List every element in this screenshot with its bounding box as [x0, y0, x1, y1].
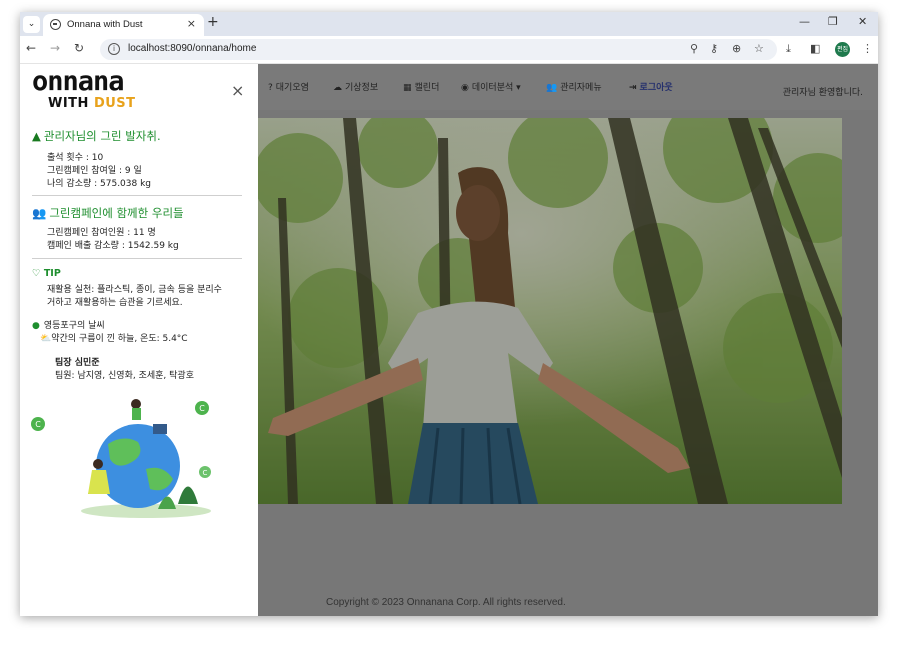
users-icon: 👥: [546, 83, 558, 93]
tab-search-button[interactable]: ⌄: [23, 16, 40, 33]
reload-button[interactable]: ↻: [74, 41, 84, 55]
info-icon[interactable]: i: [108, 43, 120, 55]
page-content: ? 대기오염 ☁ 기상정보 ▦ 캘린더 ◉ 데이터분석 ▾ 👥 관리자메뉴 ⇥ 로그아웃 관…: [20, 64, 878, 616]
divider: [32, 195, 242, 196]
nav-logout[interactable]: ⇥ 로그아웃: [629, 80, 673, 93]
tab-close-button[interactable]: ×: [187, 17, 196, 30]
star-icon[interactable]: ☆: [754, 42, 764, 55]
hero-image: [258, 118, 842, 504]
cloud-sun-icon: ⛅: [40, 334, 52, 344]
globe-icon: [50, 19, 61, 30]
question-icon: ?: [268, 83, 273, 93]
more-menu-icon[interactable]: ⋮: [862, 42, 873, 55]
campaign-title: 👥 그린캠페인에 함께한 우리들: [32, 206, 184, 220]
calendar-icon: ▦: [403, 83, 412, 93]
map-pin-icon: ●: [32, 321, 40, 331]
footer-copyright: Copyright © 2023 Onnanana Corp. All righ…: [326, 597, 566, 608]
new-tab-button[interactable]: +: [207, 14, 219, 30]
earth-illustration: C C C: [31, 399, 211, 518]
sidebar-close-button[interactable]: ×: [231, 81, 244, 100]
close-window-button[interactable]: ✕: [858, 15, 867, 28]
campaign-participants: 그린캠페인 참여인원 : 11 명: [47, 228, 156, 238]
dim-overlay: [258, 118, 842, 504]
team-leader: 팀장 심민준: [55, 358, 100, 368]
url-text[interactable]: localhost:8090/onnana/home: [128, 43, 256, 54]
weather-desc: ⛅약간의 구름이 낀 하늘, 온도: 5.4°C: [40, 334, 188, 344]
tip-text-line2: 거하고 재활용하는 습관을 기르세요.: [47, 298, 183, 308]
cloud-icon: ☁: [333, 83, 342, 93]
nav-calendar[interactable]: ▦ 캘린더: [403, 80, 439, 93]
nav-weather[interactable]: ☁ 기상정보: [333, 80, 378, 93]
tip-title: ♡ TIP: [32, 268, 61, 279]
my-reduction: 나의 감소량 : 575.038 kg: [47, 179, 152, 189]
browser-toolbar: ← → ↻ i localhost:8090/onnana/home ⚲ ⚷ ⊕…: [20, 36, 878, 64]
back-button[interactable]: ←: [26, 41, 36, 55]
zoom-icon[interactable]: ⊕: [732, 42, 741, 55]
nav-data-analysis[interactable]: ◉ 데이터분석 ▾: [461, 80, 521, 93]
top-navbar: ? 대기오염 ☁ 기상정보 ▦ 캘린더 ◉ 데이터분석 ▾ 👥 관리자메뉴 ⇥ 로그아웃 관…: [258, 64, 878, 110]
green-footprint-title: ▲ 관리자님의 그린 발자취.: [32, 129, 161, 143]
weather-location: ● 영등포구의 날씨: [32, 321, 105, 331]
sidebar-panel: onnana WITH DUST × ▲ 관리자님의 그린 발자취. 출석 횟수 …: [20, 64, 258, 616]
sign-out-icon: ⇥: [629, 83, 637, 93]
key-icon[interactable]: ⚷: [710, 42, 718, 55]
lightbulb-icon: ♡: [32, 268, 44, 279]
svg-text:C: C: [203, 469, 208, 477]
nav-air-pollution[interactable]: ? 대기오염: [268, 80, 309, 93]
side-panel-icon[interactable]: ◧: [810, 42, 820, 55]
profile-avatar[interactable]: 편집: [835, 42, 850, 57]
minimize-button[interactable]: —: [799, 15, 810, 28]
people-icon: 👥: [32, 206, 47, 220]
team-members: 팀원: 남지영, 신영화, 조세훈, 탁광호: [55, 371, 194, 381]
tip-text-line1: 재활용 실천: 플라스틱, 종이, 금속 등을 분리수: [47, 285, 222, 295]
nav-admin-menu[interactable]: 👥 관리자메뉴: [546, 80, 602, 93]
campaign-days: 그린캠페인 참여일 : 9 일: [47, 166, 142, 176]
svg-text:C: C: [35, 420, 41, 429]
browser-tab[interactable]: Onnana with Dust ×: [43, 14, 204, 36]
download-icon[interactable]: ⤓: [786, 42, 791, 56]
logo-text-bottom: WITH DUST: [48, 96, 136, 111]
svg-text:C: C: [199, 404, 205, 413]
address-bar[interactable]: i localhost:8090/onnana/home ⚲ ⚷ ⊕ ☆: [100, 39, 777, 60]
globe-icon: ◉: [461, 83, 469, 93]
location-pin-icon[interactable]: ⚲: [690, 42, 698, 55]
restore-button[interactable]: ❐: [828, 15, 838, 28]
browser-window: ⌄ Onnana with Dust × + — ❐ ✕ ← → ↻ i loc…: [20, 12, 878, 616]
divider: [32, 258, 242, 259]
attendance-count: 출석 횟수 : 10: [47, 153, 104, 163]
tree-icon: ▲: [32, 129, 41, 143]
campaign-reduction: 캠페인 배출 감소량 : 1542.59 kg: [47, 241, 179, 251]
tab-title: Onnana with Dust: [67, 19, 143, 30]
forward-button[interactable]: →: [50, 41, 60, 55]
welcome-text: 관리자님 환영합니다.: [782, 88, 863, 98]
tab-strip: ⌄ Onnana with Dust × + — ❐ ✕: [20, 12, 878, 36]
dimmed-main-area[interactable]: ? 대기오염 ☁ 기상정보 ▦ 캘린더 ◉ 데이터분석 ▾ 👥 관리자메뉴 ⇥ 로그아웃 관…: [258, 64, 878, 616]
logo-text-top: onnana: [32, 66, 125, 97]
onnana-logo[interactable]: onnana WITH DUST: [32, 66, 142, 112]
